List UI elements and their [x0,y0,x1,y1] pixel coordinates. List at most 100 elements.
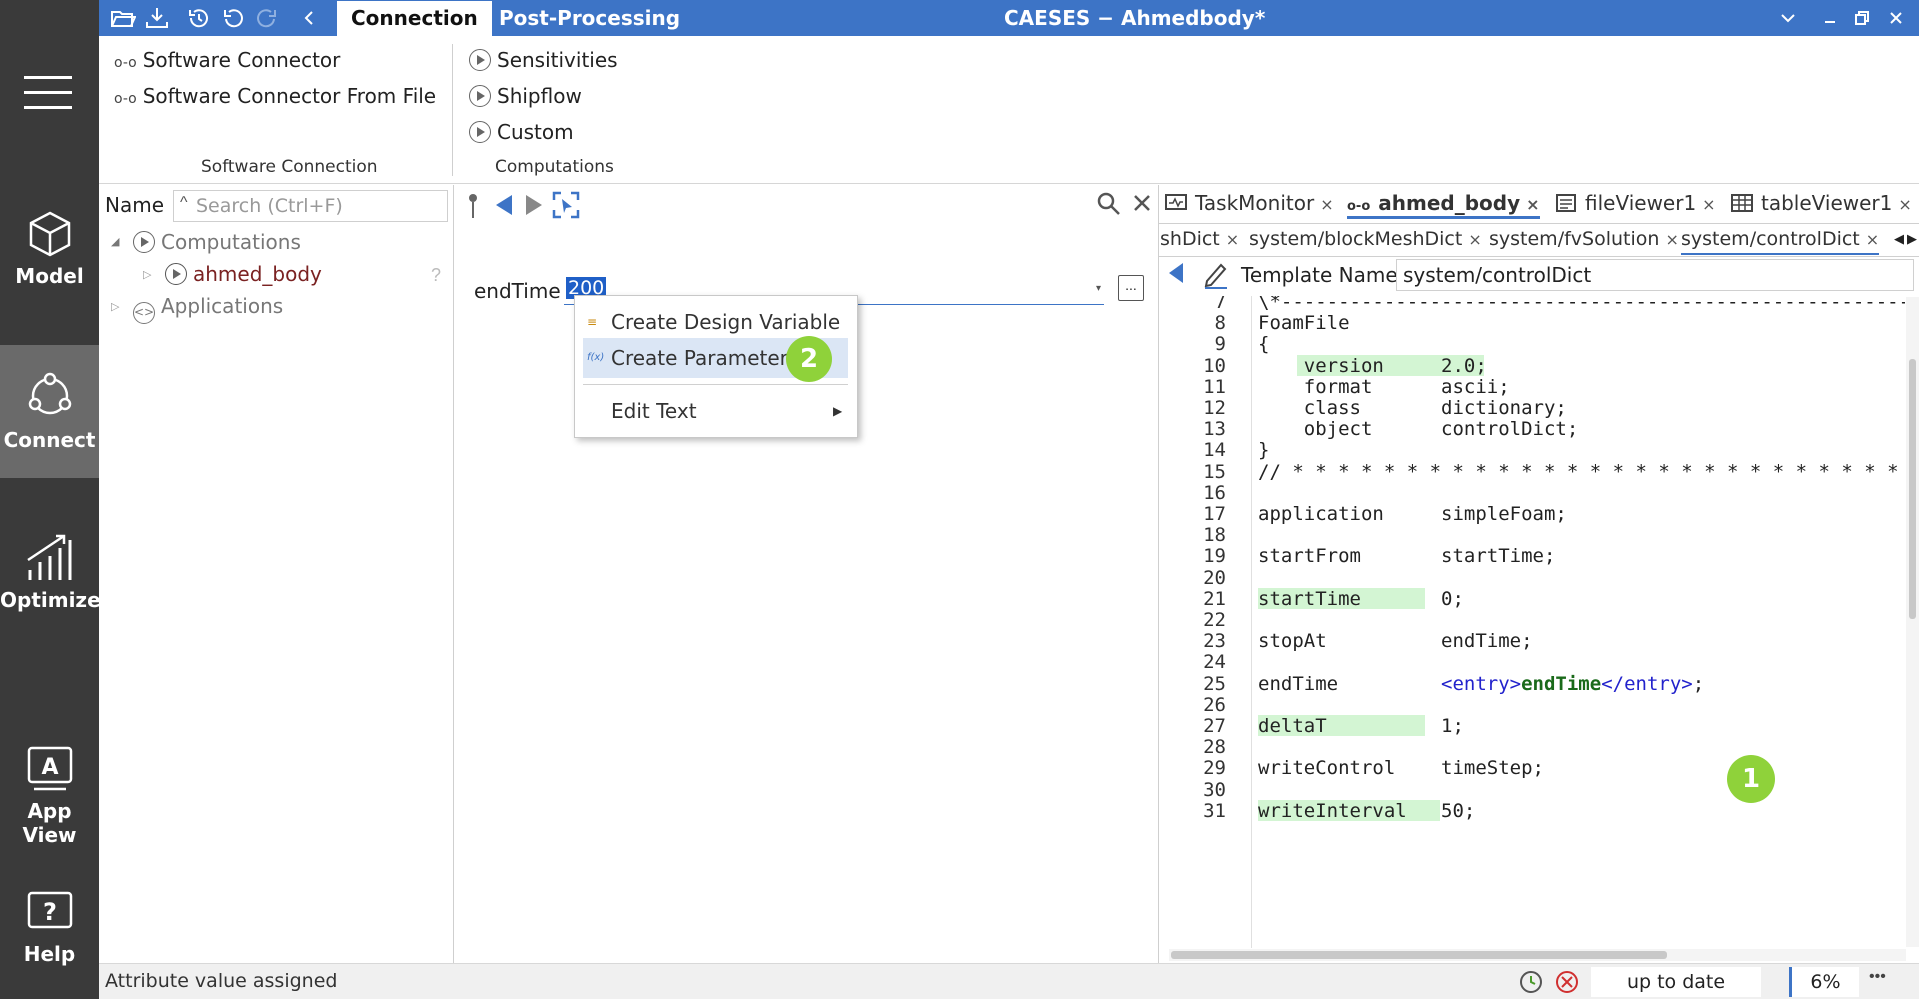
menu-item-label: Edit Text [611,399,697,423]
tree-item-ahmed-body[interactable]: ahmed_body [165,262,322,286]
sidebar-item-model[interactable]: Model [0,210,99,288]
sidebar-item-connect[interactable]: Connect [0,370,99,452]
undo-icon[interactable] [220,5,246,31]
minimize-icon[interactable] [1817,5,1843,31]
more-options-button[interactable]: ... [1118,275,1144,301]
object-tree-panel: Name ^ Search (Ctrl+F) ◢ Computations ▷ … [99,185,453,963]
code-line: endTime <entry>endTime</entry>; [1258,671,1704,697]
button-label: Sensitivities [497,48,618,72]
tab-label: system/fvSolution [1489,228,1660,250]
close-tab-icon[interactable]: × [1526,195,1539,214]
tab-scroll-right-icon[interactable]: ▶ [1907,231,1917,247]
menu-separator [583,384,848,385]
tab-fileviewer1[interactable]: fileViewer1 × [1555,187,1716,219]
step-badge-1: 1 [1727,755,1775,803]
chevron-up-icon[interactable]: ^ [180,194,188,212]
file-tab-fvsolution[interactable]: system/fvSolution × [1489,223,1679,255]
close-tab-icon[interactable]: × [1866,230,1879,249]
redo-icon[interactable] [254,5,280,31]
open-folder-icon[interactable] [110,5,136,31]
back-arrow-icon[interactable] [1167,261,1185,285]
menu-item-label: Create Parameter [611,346,788,370]
horizontal-scrollbar[interactable] [1169,949,1906,961]
code-text: // * * * * * * * * * * * * * * * * * * *… [1258,460,1899,483]
tree-item-computations[interactable]: Computations [133,230,301,254]
applications-icon: <> [133,302,155,324]
tab-label: system/controlDict [1681,228,1860,250]
button-label: Custom [497,120,574,144]
code-line: writeInterval 50; [1258,798,1475,824]
tab-connection[interactable]: Connection [337,1,492,36]
back-arrow-icon[interactable] [494,193,514,217]
vertical-scrollbar[interactable] [1906,297,1919,947]
template-name-label: Template Name [1241,263,1398,287]
code-line: writeControl timeStep; [1258,755,1544,781]
sidebar-item-app-view[interactable]: A App View [0,745,99,847]
shipflow-button[interactable]: Shipflow [469,84,582,108]
software-connector-button[interactable]: o-o Software Connector [114,48,340,72]
sidebar-item-optimize[interactable]: Optimize [0,532,101,612]
restore-icon[interactable] [1849,5,1875,31]
search-icon[interactable] [1096,191,1122,217]
software-connector-from-file-button[interactable]: o-o Software Connector From File [114,84,436,108]
expand-arrow-icon[interactable]: ◢ [111,235,119,248]
collapse-arrow-icon[interactable]: ▷ [111,300,119,313]
scrollbar-thumb[interactable] [1171,951,1667,959]
pin-icon[interactable] [466,193,480,219]
sensitivities-button[interactable]: Sensitivities [469,48,618,72]
custom-button[interactable]: Custom [469,120,574,144]
select-target-icon[interactable] [552,191,580,219]
button-label: Software Connector [142,48,341,72]
file-tab-controldict[interactable]: system/controlDict × [1681,223,1880,255]
chart-bars-icon [26,534,71,580]
code-editor[interactable]: 7 \*-------------------------------------… [1163,296,1905,948]
more-icon[interactable]: ••• [1869,968,1886,986]
close-tab-icon[interactable]: × [1320,195,1333,214]
chevron-left-icon[interactable] [296,5,322,31]
chevron-down-icon[interactable] [1775,5,1801,31]
history-clock-icon[interactable] [1517,968,1545,996]
tree-item-applications[interactable]: <> Applications [133,294,283,324]
ribbon-group-label: Computations [495,157,614,177]
tab-tableviewer1[interactable]: tableViewer1 × [1731,187,1912,219]
code-line: startTime 0; [1258,586,1464,612]
tab-scroll-left-icon[interactable]: ◀ [1894,231,1904,247]
tab-label: tableViewer1 [1761,191,1893,215]
line-number: 31 [1203,799,1226,822]
code-text: startFrom startTime; [1258,545,1556,568]
search-placeholder: Search (Ctrl+F) [196,195,343,217]
code-text: FoamFile [1258,312,1350,335]
template-name-input[interactable]: system/controlDict [1396,259,1914,291]
close-tab-icon[interactable]: × [1702,195,1715,214]
search-field[interactable]: ^ Search (Ctrl+F) [173,190,448,222]
tab-taskmonitor[interactable]: TaskMonitor × [1165,187,1334,219]
file-tab-blockmeshdict[interactable]: system/blockMeshDict × [1249,223,1482,255]
collapse-arrow-icon[interactable]: ▷ [143,268,151,281]
tab-label: Connection [351,6,478,30]
sidebar-item-help[interactable]: ? Help [0,890,99,966]
tab-ahmed-body[interactable]: o-o ahmed_body × [1347,187,1540,219]
code-text: writeInterval 50; [1258,799,1476,822]
code-text: object controlDict; [1258,418,1579,441]
forward-arrow-icon[interactable] [524,193,544,217]
hamburger-menu-icon[interactable] [24,72,72,112]
close-tab-icon[interactable]: × [1665,230,1678,249]
tab-post-processing[interactable]: Post-Processing [485,1,694,36]
close-window-icon[interactable] [1883,5,1909,31]
error-icon[interactable] [1553,968,1581,996]
pencil-icon[interactable] [1203,261,1229,289]
close-tab-icon[interactable]: × [1898,195,1911,214]
file-tab-meshdict[interactable]: shDict × [1160,223,1239,255]
history-icon[interactable] [186,5,212,31]
menu-item-edit-text[interactable]: Edit Text ▶ [583,391,848,431]
close-tab-icon[interactable]: × [1468,230,1481,249]
close-tab-icon[interactable]: × [1226,230,1239,249]
code-line: deltaT 1; [1258,713,1464,739]
status-message: Attribute value assigned [105,970,338,992]
code-line: // * * * * * * * * * * * * * * * * * * *… [1258,459,1905,485]
dropdown-arrow-icon[interactable]: ▾ [1096,283,1101,294]
save-icon[interactable] [144,5,170,31]
close-icon[interactable] [1132,193,1152,213]
scrollbar-thumb[interactable] [1909,359,1916,619]
progress-percent: 6% [1789,967,1859,997]
